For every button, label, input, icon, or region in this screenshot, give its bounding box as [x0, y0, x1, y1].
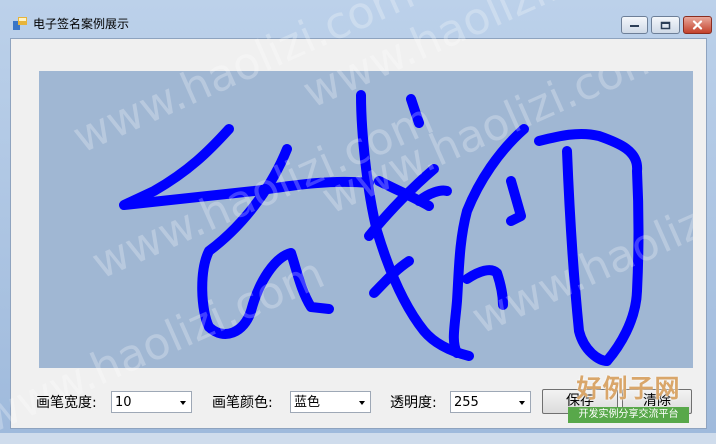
minimize-icon [630, 25, 639, 27]
pen-width-label: 画笔宽度: [36, 395, 97, 411]
app-icon [13, 17, 27, 30]
signature-stroke [414, 185, 452, 206]
signature-strokes [119, 90, 644, 366]
opacity-value: 255 [454, 395, 479, 410]
pen-color-label: 画笔颜色: [212, 395, 273, 411]
signature-stroke [506, 176, 526, 226]
signature-stroke [462, 265, 508, 310]
signature-stroke [197, 144, 334, 339]
opacity-label: 透明度: [390, 395, 437, 411]
signature-canvas[interactable]: www.haolizi.com www.haolizi.com www.haol… [39, 71, 693, 368]
chevron-down-icon [519, 401, 525, 405]
chevron-down-icon [180, 401, 186, 405]
pen-width-value: 10 [115, 395, 132, 410]
opacity-select[interactable]: 255 [450, 391, 531, 413]
pen-color-value: 蓝色 [294, 395, 321, 410]
close-button[interactable] [683, 16, 712, 34]
signature-stroke [406, 94, 424, 128]
signature-stroke [119, 124, 374, 210]
close-icon [692, 20, 703, 30]
main-window: 电子签名案例展示 www.haolizi.com www.haolizi.com… [0, 0, 716, 444]
window-title: 电子签名案例展示 [33, 17, 130, 31]
signature-stroke [448, 124, 529, 358]
signature-stroke [534, 128, 644, 366]
pen-width-select[interactable]: 10 [111, 391, 192, 413]
pen-color-select[interactable]: 蓝色 [290, 391, 371, 413]
maximize-button[interactable] [651, 16, 680, 34]
maximize-icon [660, 21, 671, 29]
watermark-logo-title: 好例子网 [576, 374, 681, 403]
minimize-button[interactable] [621, 16, 648, 34]
title-bar: 电子签名案例展示 [0, 0, 716, 40]
watermark-logo: 好例子网 开发实例分享交流平台 [568, 374, 689, 426]
chevron-down-icon [359, 401, 365, 405]
signature-stroke [562, 146, 612, 366]
watermark-logo-subtitle: 开发实例分享交流平台 [568, 407, 689, 423]
